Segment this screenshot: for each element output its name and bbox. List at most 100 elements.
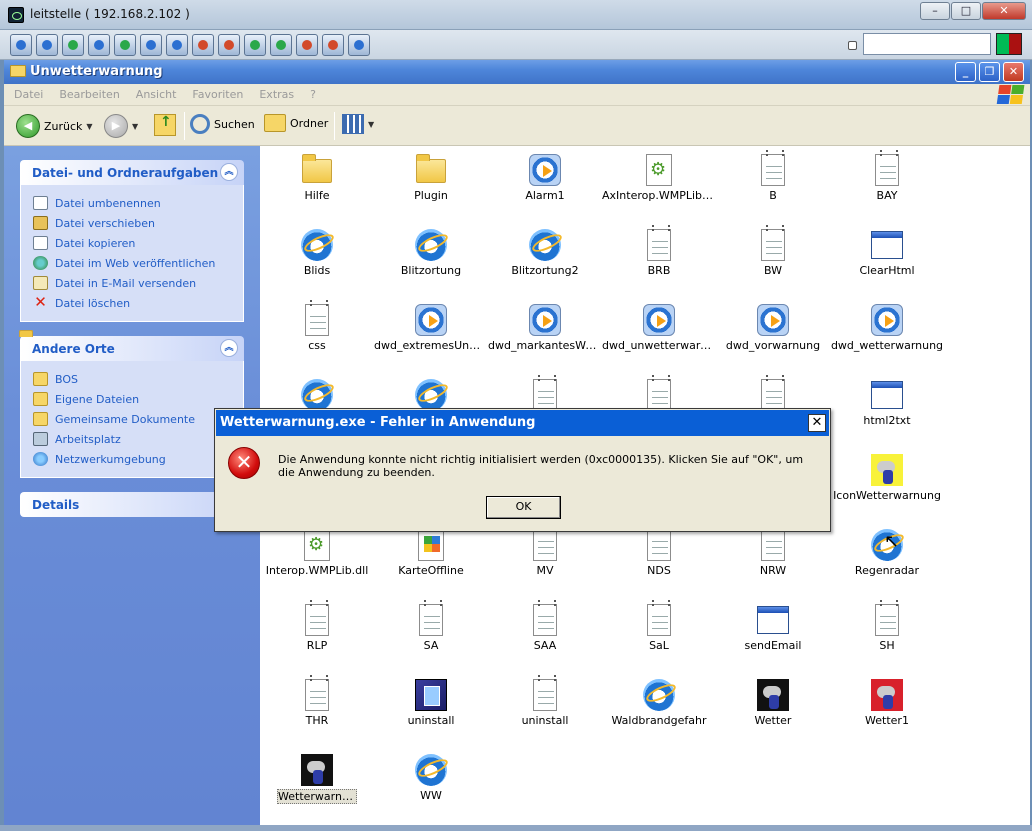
chevron-down-icon[interactable]: ▼ <box>86 122 92 131</box>
chat-icon[interactable] <box>348 34 370 56</box>
views-button[interactable]: ▼ <box>342 114 374 134</box>
collapse-icon[interactable]: ︽ <box>220 163 238 181</box>
file-item[interactable]: dwd_extremesUnw… <box>374 299 488 374</box>
place-netzwerkumgebung[interactable]: Netzwerkumgebung <box>33 449 243 469</box>
file-item[interactable]: sendEmail <box>716 599 830 674</box>
file-item[interactable]: NRW <box>716 524 830 599</box>
menu-extras[interactable]: Extras <box>259 88 294 101</box>
text-document-icon <box>305 300 329 336</box>
text-cursor-icon[interactable] <box>166 34 188 56</box>
up-folder-button[interactable] <box>154 114 176 136</box>
rename-file-link[interactable]: Datei umbenennen <box>33 193 243 213</box>
file-item[interactable]: KarteOffline <box>374 524 488 599</box>
window-icon[interactable] <box>36 34 58 56</box>
file-transfer-icon[interactable] <box>270 34 292 56</box>
email-file-link[interactable]: Datei in E-Mail versenden <box>33 273 243 293</box>
dialog-close-button[interactable]: ✕ <box>808 414 826 432</box>
ok-button[interactable]: OK <box>486 496 561 519</box>
file-item[interactable]: dwd_vorwarnung <box>716 299 830 374</box>
file-item[interactable]: Interop.WMPLib.dll <box>260 524 374 599</box>
file-item[interactable]: NDS <box>602 524 716 599</box>
file-item[interactable]: Wetterwarnung <box>260 749 374 824</box>
file-item[interactable]: uninstall <box>374 674 488 749</box>
file-item[interactable]: Alarm1 <box>488 149 602 224</box>
file-item[interactable]: Hilfe <box>260 149 374 224</box>
file-item[interactable]: Blids <box>260 224 374 299</box>
remote-search-input[interactable] <box>863 33 991 55</box>
file-item[interactable]: BRB <box>602 224 716 299</box>
publish-web-link[interactable]: Datei im Web veröffentlichen <box>33 253 243 273</box>
menu-bearbeiten[interactable]: Bearbeiten <box>59 88 119 101</box>
file-item[interactable]: BW <box>716 224 830 299</box>
globe-disconnect-icon[interactable] <box>192 34 214 56</box>
file-item[interactable]: dwd_unwetterwarn… <box>602 299 716 374</box>
remote-close-button[interactable]: ✕ <box>982 2 1026 20</box>
small-checkbox[interactable] <box>848 41 857 50</box>
details-header[interactable]: Details <box>20 492 244 517</box>
file-item[interactable]: dwd_wetterwarnung <box>830 299 944 374</box>
file-item[interactable]: Blitzortung2 <box>488 224 602 299</box>
menu-datei[interactable]: Datei <box>14 88 43 101</box>
file-item[interactable]: uninstall <box>488 674 602 749</box>
file-item[interactable]: dwd_markantesWetter <box>488 299 602 374</box>
menu-ansicht[interactable]: Ansicht <box>136 88 177 101</box>
menu-favoriten[interactable]: Favoriten <box>192 88 243 101</box>
move-file-link[interactable]: Datei verschieben <box>33 213 243 233</box>
target-icon[interactable] <box>322 34 344 56</box>
file-item[interactable]: SH <box>830 599 944 674</box>
delete-file-link[interactable]: ✕ Datei löschen <box>33 293 243 313</box>
text-document-icon <box>875 600 899 636</box>
file-item[interactable]: B <box>716 149 830 224</box>
file-item[interactable]: Blitzortung <box>374 224 488 299</box>
file-item[interactable]: AxInterop.WMPLib.dll <box>602 149 716 224</box>
place-arbeitsplatz[interactable]: Arbeitsplatz <box>33 429 243 449</box>
windows-logo-icon <box>996 85 1026 105</box>
search-button[interactable]: Suchen <box>190 114 255 134</box>
ctrl-alt-del-icon[interactable] <box>10 34 32 56</box>
back-button[interactable]: ◀ Zurück ▼ <box>16 114 93 138</box>
abc-icon[interactable] <box>140 34 162 56</box>
wrench-icon[interactable] <box>244 34 266 56</box>
chevron-down-icon[interactable]: ▼ <box>132 122 138 131</box>
file-item[interactable]: css <box>260 299 374 374</box>
menu-help[interactable]: ? <box>310 88 316 101</box>
file-item[interactable]: MV <box>488 524 602 599</box>
file-item[interactable]: Wetter1 <box>830 674 944 749</box>
file-item[interactable]: SAA <box>488 599 602 674</box>
file-item[interactable]: Plugin <box>374 149 488 224</box>
file-item[interactable]: Waldbrandgefahr <box>602 674 716 749</box>
file-item[interactable]: BAY <box>830 149 944 224</box>
chevron-down-icon[interactable]: ▼ <box>368 120 374 129</box>
forward-button[interactable]: ▶ ▼ <box>104 114 138 138</box>
file-item[interactable]: IconWetterwarnung <box>830 449 944 524</box>
explorer-close-button[interactable]: ✕ <box>1003 62 1024 82</box>
place-eigene-dateien[interactable]: Eigene Dateien <box>33 389 243 409</box>
remote-minimize-button[interactable]: – <box>920 2 950 20</box>
file-item[interactable]: RLP <box>260 599 374 674</box>
file-item[interactable]: THR <box>260 674 374 749</box>
remote-maximize-button[interactable]: □ <box>951 2 981 20</box>
file-item[interactable]: Wetter <box>716 674 830 749</box>
file-item[interactable]: WW <box>374 749 488 824</box>
windows-logo-icon[interactable] <box>114 34 136 56</box>
error-dialog: Wetterwarnung.exe - Fehler in Anwendung … <box>214 408 831 532</box>
place-bos[interactable]: BOS <box>33 369 243 389</box>
file-item[interactable]: html2txt <box>830 374 944 449</box>
refresh-icon[interactable] <box>88 34 110 56</box>
file-name: css <box>308 339 326 352</box>
collapse-icon[interactable]: ︽ <box>220 339 238 357</box>
file-tasks-header[interactable]: Datei- und Ordneraufgaben ︽ <box>20 160 244 185</box>
explorer-minimize-button[interactable]: _ <box>955 62 976 82</box>
link-label: Datei verschieben <box>55 216 155 230</box>
globe-icon[interactable] <box>62 34 84 56</box>
place-gemeinsame-dokumente[interactable]: Gemeinsame Dokumente <box>33 409 243 429</box>
file-item[interactable]: SaL <box>602 599 716 674</box>
explorer-restore-button[interactable]: ❐ <box>979 62 1000 82</box>
zoom-icon[interactable] <box>296 34 318 56</box>
other-places-header[interactable]: Andere Orte ︽ <box>20 336 244 361</box>
file-item[interactable]: ClearHtml <box>830 224 944 299</box>
folders-button[interactable]: Ordner <box>264 114 328 132</box>
copy-file-link[interactable]: Datei kopieren <box>33 233 243 253</box>
tools-icon[interactable] <box>218 34 240 56</box>
file-item[interactable]: SA <box>374 599 488 674</box>
